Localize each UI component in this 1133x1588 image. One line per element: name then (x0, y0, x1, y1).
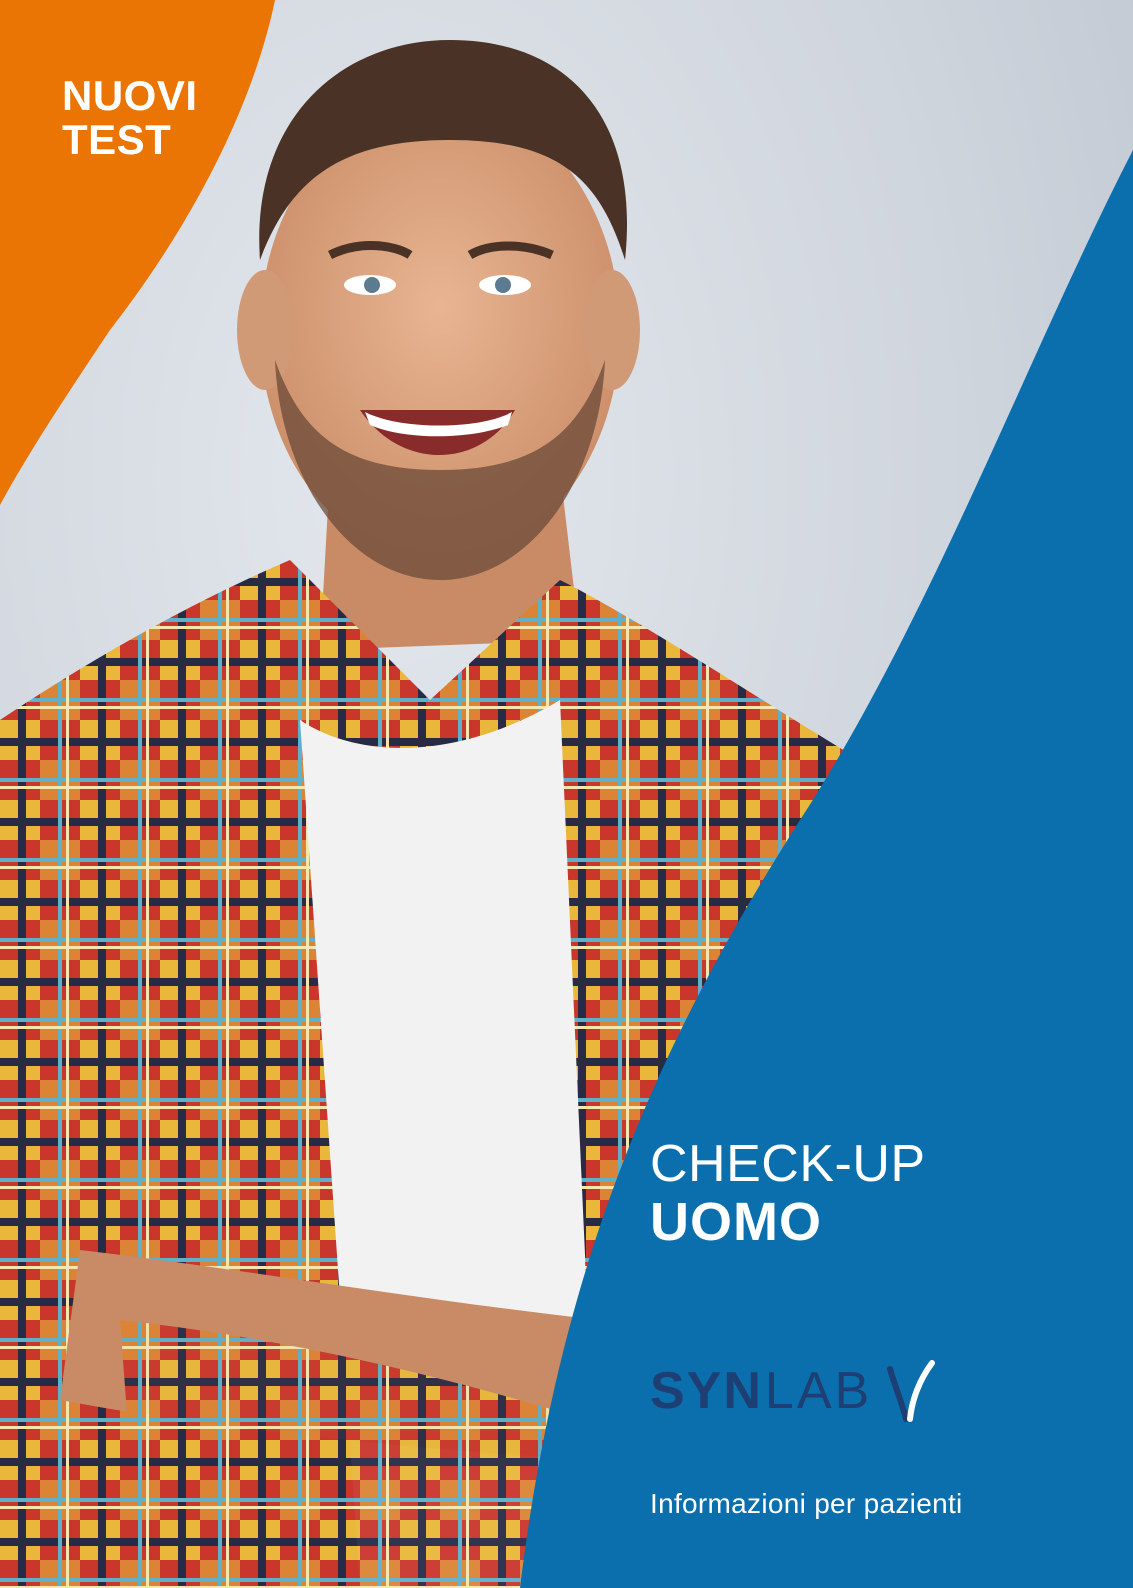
tagline: Informazioni per pazienti (650, 1488, 963, 1519)
logo-lab: LAB (764, 1362, 873, 1420)
badge-line-2: TEST (62, 116, 172, 163)
logo-syn: SYN (650, 1362, 763, 1420)
synlab-logo: SYN LAB (650, 1356, 938, 1426)
title-line-2: UOMO (650, 1192, 822, 1252)
title-line-1: CHECK-UP (650, 1135, 926, 1193)
brochure-cover: NUOVI TEST CHECK-UP UOMO SYN LAB Informa… (0, 0, 1133, 1588)
title-block: CHECK-UP UOMO (650, 1135, 926, 1251)
synlab-mark-icon (887, 1360, 936, 1422)
new-tests-badge: NUOVI TEST (62, 74, 198, 162)
badge-line-1: NUOVI (62, 72, 198, 119)
